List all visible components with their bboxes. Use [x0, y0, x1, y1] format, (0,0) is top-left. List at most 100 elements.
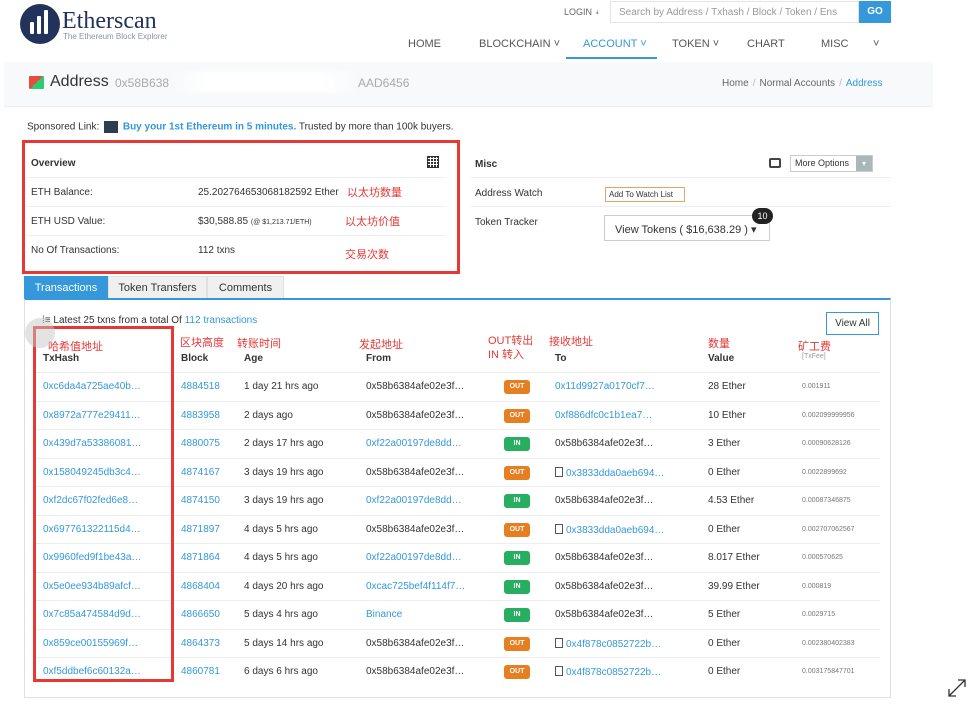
breadcrumb-address[interactable]: Address	[846, 78, 883, 89]
tx-value: 0 Ether	[708, 466, 741, 478]
to-address-text: 0x58b6384afe02e3f…	[555, 438, 654, 449]
tx-fee: 0.002099999956	[802, 411, 855, 419]
tx-value: 5 Ether	[708, 609, 741, 620]
to-address[interactable]: 0x4f878c0852722b…	[555, 666, 661, 678]
tx-age: 1 day 21 hrs ago	[244, 381, 319, 392]
search-go-button[interactable]: GO	[859, 1, 891, 23]
annotation-fee: 矿工费	[798, 341, 831, 353]
nav-blockchain[interactable]: BLOCKCHAIN ˅	[479, 38, 560, 50]
block-link[interactable]: 4884518	[181, 381, 220, 392]
annotation-value: 数量	[708, 338, 730, 350]
column-header-to: To	[555, 353, 567, 364]
add-to-watch-list-button[interactable]: Add To Watch List	[605, 187, 685, 202]
tx-age: 4 days 5 hrs ago	[244, 552, 318, 563]
from-address: 0x58b6384afe02e3f…	[366, 381, 465, 392]
annotation-block: 区块高度	[180, 337, 224, 349]
nav-misc-chevron-icon[interactable]: ˅	[873, 38, 879, 50]
to-address-text: 0x4f878c0852722b…	[566, 638, 662, 650]
from-address[interactable]: 0xf22a00197de8dd…	[366, 552, 462, 563]
search-input[interactable]: Search by Address / Txhash / Block / Tok…	[610, 1, 859, 23]
divider	[471, 206, 891, 207]
nav-misc[interactable]: MISC	[821, 38, 849, 50]
annotation-from: 发起地址	[359, 339, 403, 351]
print-icon[interactable]	[769, 158, 781, 168]
tx-age: 5 days 14 hrs ago	[244, 637, 324, 649]
address-watch-label: Address Watch	[475, 188, 543, 199]
etherscan-logo-icon[interactable]	[20, 4, 60, 44]
nav-account[interactable]: ACCOUNT ˅	[583, 38, 647, 50]
to-address: 0x58b6384afe02e3f…	[555, 581, 653, 592]
from-address[interactable]: 0xf22a00197de8dd…	[366, 495, 462, 506]
contract-icon	[555, 666, 563, 676]
sponsor-link[interactable]: Buy your 1st Ethereum in 5 minutes.	[123, 122, 296, 133]
to-address[interactable]: 0x11d9927a0170cf7…	[555, 381, 655, 392]
expand-icon[interactable]	[946, 677, 968, 699]
breadcrumb-normal-accounts[interactable]: Normal Accounts	[759, 78, 835, 89]
block-link[interactable]: 4866650	[181, 609, 220, 620]
tab-comments[interactable]: Comments	[207, 276, 284, 299]
tx-value: 28 Ether	[708, 381, 746, 392]
tx-age: 4 days 5 hrs ago	[244, 523, 318, 535]
block-link[interactable]: 4871864	[181, 552, 220, 563]
column-header-value: Value	[708, 353, 735, 364]
nav-home[interactable]: HOME	[408, 38, 441, 50]
sponsor-prefix: Sponsored Link:	[27, 121, 100, 133]
logo-name[interactable]: Etherscan	[62, 8, 157, 35]
token-count-badge: 10	[752, 208, 773, 224]
block-link[interactable]: 4874150	[181, 495, 220, 506]
more-options-button[interactable]: More Options ▾	[790, 155, 873, 172]
from-address: 0x58b6384afe02e3f…	[366, 523, 465, 535]
column-header-from: From	[366, 353, 391, 364]
to-address-text: 0x58b6384afe02e3f…	[555, 552, 654, 563]
to-address[interactable]: 0x4f878c0852722b…	[555, 637, 662, 650]
block-link[interactable]: 4860781	[181, 666, 220, 677]
from-address[interactable]: Binance	[366, 609, 402, 620]
sponsored-link: Sponsored Link: Buy your 1st Ethereum in…	[27, 121, 454, 133]
nav-token[interactable]: TOKEN ˅	[672, 38, 719, 50]
to-address-text: 0x58b6384afe02e3f…	[555, 609, 654, 620]
block-link[interactable]: 4871897	[181, 524, 220, 535]
breadcrumb: Home / Normal Accounts / Address	[722, 78, 883, 89]
from-address: 0x58b6384afe02e3f…	[366, 409, 465, 421]
tx-fee: 0.001911	[802, 383, 831, 390]
tx-value: 39.99 Ether	[708, 580, 760, 592]
tx-value: 10 Ether	[708, 409, 746, 421]
block-link[interactable]: 4880075	[181, 438, 220, 449]
tab-transactions[interactable]: Transactions	[24, 276, 108, 299]
view-tokens-label: View Tokens ( $16,638.29 )	[615, 224, 748, 236]
tx-fee: 0.0022899692	[802, 468, 847, 476]
block-link[interactable]: 4883958	[181, 410, 220, 421]
login-link[interactable]: LOGIN ⍖	[564, 7, 600, 18]
block-link[interactable]: 4874167	[181, 467, 220, 478]
to-address[interactable]: 0xf886dfc0c1b1ea7…	[555, 410, 652, 421]
sponsor-suffix: Trusted by more than 100k buyers.	[298, 121, 454, 133]
view-tokens-select[interactable]: View Tokens ( $16,638.29 ) ▾	[604, 215, 770, 241]
address-redaction	[172, 71, 358, 93]
address-prefix: 0x58B638	[115, 76, 170, 90]
total-transactions-link[interactable]: 112 transactions	[185, 315, 258, 326]
nav-chart[interactable]: CHART	[747, 38, 785, 50]
to-address[interactable]: 0x3833dda0aeb694…	[555, 523, 664, 536]
address-suffix: AAD6456	[358, 76, 410, 90]
from-address[interactable]: 0xcac725bef4f114f7…	[366, 581, 465, 592]
tx-fee: 0.00090628126	[802, 440, 851, 447]
to-address[interactable]: 0x3833dda0aeb694…	[555, 466, 664, 479]
misc-title: Misc	[475, 159, 498, 170]
block-link[interactable]: 4868404	[181, 581, 220, 592]
tab-token-transfers[interactable]: Token Transfers	[108, 276, 207, 299]
view-all-button[interactable]: View All	[826, 312, 879, 335]
breadcrumb-home[interactable]: Home	[722, 78, 749, 89]
column-header-age: Age	[244, 353, 263, 364]
annotation-to: 接收地址	[549, 336, 593, 348]
block-link[interactable]: 4864373	[181, 638, 220, 649]
tx-age: 5 days 4 hrs ago	[244, 609, 318, 620]
to-address: 0x58b6384afe02e3f…	[555, 552, 653, 563]
tab-strip: Transactions Token Transfers Comments	[24, 276, 891, 299]
to-address-text: 0x58b6384afe02e3f…	[555, 580, 654, 592]
contract-icon	[555, 466, 563, 477]
to-address-text: 0x58b6384afe02e3f…	[555, 495, 654, 506]
cursor-click-indicator	[25, 318, 55, 348]
from-address[interactable]: 0xf22a00197de8dd…	[366, 438, 462, 449]
tx-value: 0 Ether	[708, 666, 741, 677]
contract-icon	[555, 523, 563, 534]
